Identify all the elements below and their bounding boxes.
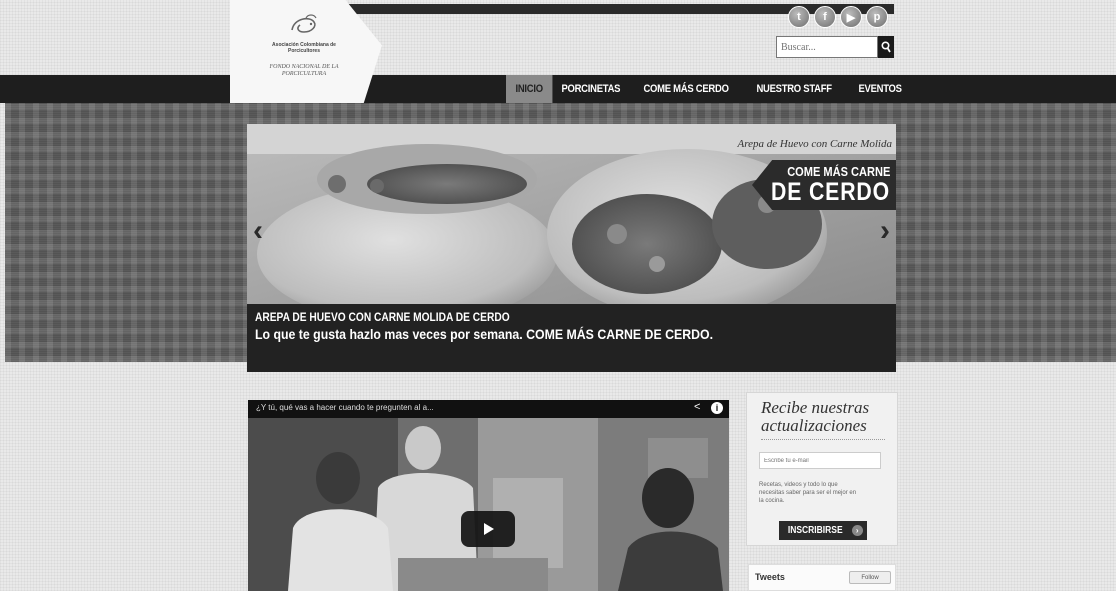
nav-item-porcinetas[interactable]: PORCINETAS — [552, 75, 630, 103]
slider-next-arrow[interactable]: › — [880, 216, 890, 246]
nav-item-eventos[interactable]: EVENTOS — [849, 75, 911, 103]
pinterest-icon[interactable]: p — [866, 6, 888, 28]
video-title-bar: ¿Y tú, qué vas a hacer cuando te pregunt… — [248, 400, 729, 418]
slide-caption: AREPA DE HUEVO CON CARNE MOLIDA DE CERDO… — [247, 304, 896, 372]
logo-fund-name: FONDO NACIONAL DE LA PORCICULTURA — [269, 64, 339, 77]
newsletter-email-input[interactable] — [759, 452, 881, 469]
nav-item-nuestro-staff[interactable]: NUESTRO STAFF — [747, 75, 841, 103]
hero-slider[interactable]: ‹ › Arepa de Huevo con Carne Molida COME… — [247, 124, 896, 372]
tweets-title: Tweets — [755, 572, 785, 582]
video-title[interactable]: ¿Y tú, qué vas a hacer cuando te pregunt… — [256, 403, 434, 412]
slide-overlay-title: Arepa de Huevo con Carne Molida — [737, 138, 892, 150]
twitter-follow-button[interactable]: Follow — [849, 571, 891, 584]
slide-promo-banner: COME MÁS CARNE DE CERDO — [752, 160, 896, 210]
nav-item-come-mas-cerdo[interactable]: COME MÁS CERDO — [634, 75, 738, 103]
info-icon[interactable]: i — [711, 402, 723, 414]
social-links: t f ▶ p — [788, 6, 888, 30]
banner-line-2: DE CERDO — [771, 178, 890, 206]
youtube-icon[interactable]: ▶ — [840, 6, 862, 28]
slider-prev-arrow[interactable]: ‹ — [253, 216, 263, 246]
newsletter-box: Recibe nuestras actualizaciones Recetas,… — [746, 392, 898, 546]
video-thumbnail — [248, 418, 729, 591]
search-icon — [881, 41, 891, 53]
logo[interactable]: Asociación Colombiana de Porcicultores F… — [230, 0, 382, 103]
chevron-right-icon: › — [851, 525, 863, 536]
play-icon — [484, 523, 494, 535]
newsletter-divider — [761, 439, 885, 440]
newsletter-title: Recibe nuestras actualizaciones — [761, 398, 870, 435]
video-player[interactable]: ¿Y tú, qué vas a hacer cuando te pregunt… — [248, 400, 729, 591]
tweets-widget: Tweets Follow — [748, 564, 896, 591]
share-icon[interactable]: < — [694, 401, 700, 413]
slide-caption-text: Lo que te gusta hazlo mas veces por sema… — [255, 326, 713, 342]
subscribe-button[interactable]: INSCRIBIRSE › — [779, 521, 867, 540]
facebook-icon[interactable]: f — [814, 6, 836, 28]
search-box — [776, 36, 894, 58]
twitter-icon[interactable]: t — [788, 6, 810, 28]
slide-food-image — [247, 124, 896, 304]
subscribe-label: INSCRIBIRSE — [788, 525, 843, 536]
pig-logo-icon — [291, 14, 317, 33]
nav-item-inicio[interactable]: INICIO — [506, 75, 553, 103]
play-button[interactable] — [461, 511, 515, 547]
search-input[interactable] — [776, 36, 878, 58]
search-button[interactable] — [878, 36, 894, 58]
main-menu: INICIO PORCINETAS COME MÁS CERDO NUESTRO… — [506, 75, 913, 103]
logo-org-name: Asociación Colombiana de Porcicultores — [272, 42, 336, 54]
slide-caption-title: AREPA DE HUEVO CON CARNE MOLIDA DE CERDO — [255, 310, 510, 324]
newsletter-description: Recetas, videos y todo lo que necesitas … — [759, 482, 857, 504]
banner-line-1: COME MÁS CARNE — [786, 164, 890, 179]
